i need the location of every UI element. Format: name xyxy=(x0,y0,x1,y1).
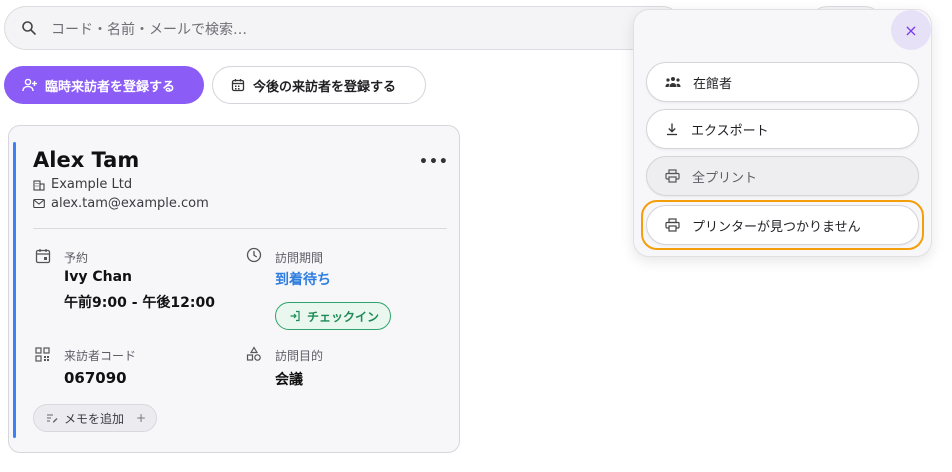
qr-code-icon xyxy=(35,347,50,362)
note-edit-icon xyxy=(46,413,58,423)
people-icon xyxy=(665,76,681,88)
purpose-label: 訪問目的 xyxy=(275,349,324,363)
download-icon xyxy=(665,122,679,136)
visitor-card: Alex Tam ••• Example Ltd alex.tam@exampl… xyxy=(8,125,460,453)
add-memo-label: メモを追加 xyxy=(64,411,125,426)
close-button[interactable]: × xyxy=(891,10,931,50)
card-accent-bar xyxy=(13,142,16,438)
calendar-icon xyxy=(35,248,51,264)
add-person-icon xyxy=(22,78,38,92)
menu-item-on-site[interactable]: 在館者 xyxy=(646,62,919,102)
more-options-button[interactable]: ••• xyxy=(419,154,449,170)
visitor-name: Alex Tam xyxy=(33,148,140,172)
visitor-code-label: 来訪者コード xyxy=(64,349,137,363)
checkin-label: チェックイン xyxy=(307,309,380,324)
menu-item-label: 全プリント xyxy=(692,170,758,186)
register-upcoming-label: 今後の来訪者を登録する xyxy=(253,79,397,95)
menu-item-label: プリンターが見つかりません xyxy=(692,219,861,235)
menu-item-label: 在館者 xyxy=(693,76,733,92)
clock-icon xyxy=(246,247,262,263)
email-address: alex.tam@example.com xyxy=(51,196,209,211)
search-bar[interactable]: コード・名前・メールで検索… xyxy=(4,6,684,50)
menu-item-export[interactable]: エクスポート xyxy=(646,109,919,149)
card-divider xyxy=(33,228,447,229)
calendar-icon xyxy=(231,78,245,92)
menu-item-label: エクスポート xyxy=(691,123,769,139)
building-icon xyxy=(33,179,45,191)
company-name: Example Ltd xyxy=(51,177,133,192)
menu-item-printer-not-found[interactable]: プリンターが見つかりません xyxy=(646,205,919,245)
menu-item-print-all[interactable]: 全プリント xyxy=(646,156,919,196)
checkin-button[interactable]: チェックイン xyxy=(275,302,391,330)
email-row: alex.tam@example.com xyxy=(33,196,209,211)
booking-time: 午前9:00 - 午後12:00 xyxy=(64,295,215,311)
host-name: Ivy Chan xyxy=(64,269,132,285)
purpose-value: 会議 xyxy=(275,372,303,388)
register-walkin-button[interactable]: 臨時来訪者を登録する xyxy=(4,66,204,104)
booking-label: 予約 xyxy=(64,251,89,265)
login-icon xyxy=(289,310,301,322)
search-placeholder: コード・名前・メールで検索… xyxy=(51,22,247,38)
plus-icon: + xyxy=(136,411,147,425)
visitor-code: 067090 xyxy=(64,369,127,387)
register-upcoming-button[interactable]: 今後の来訪者を登録する xyxy=(212,66,426,104)
search-icon xyxy=(21,20,37,36)
printer-icon xyxy=(665,169,680,183)
visit-period-label: 訪問期間 xyxy=(275,251,324,265)
mail-icon xyxy=(33,198,45,209)
actions-menu: × 在館者 エクスポート 全プリント プリンターが見つかりません xyxy=(633,9,932,257)
company-row: Example Ltd xyxy=(33,177,132,192)
shapes-icon xyxy=(246,346,262,362)
status-text: 到着待ち xyxy=(275,272,331,288)
add-memo-button[interactable]: メモを追加 + xyxy=(33,404,157,432)
register-walkin-label: 臨時来訪者を登録する xyxy=(45,79,176,95)
printer-icon xyxy=(665,218,680,232)
